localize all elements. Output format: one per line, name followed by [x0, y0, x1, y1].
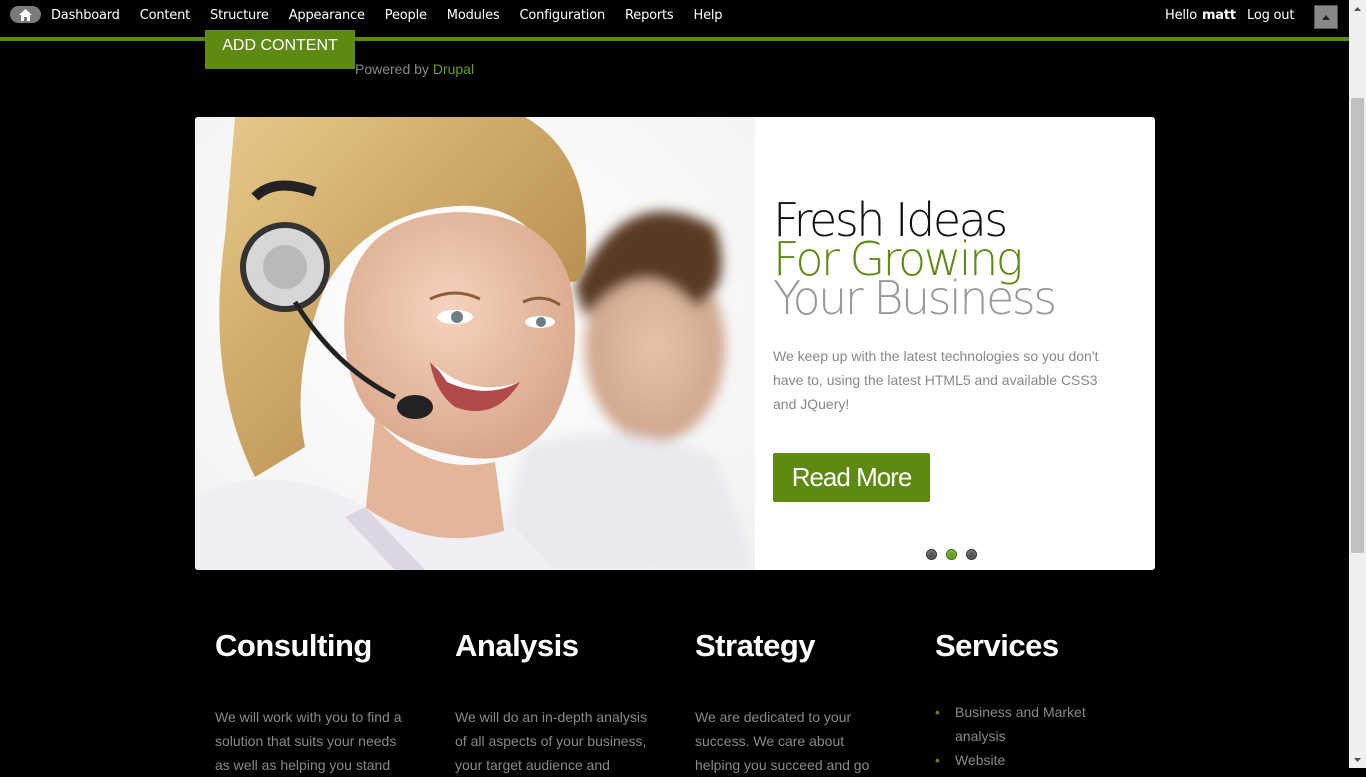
menu-modules[interactable]: Modules — [447, 8, 500, 23]
menu-people[interactable]: People — [385, 8, 427, 23]
feature-text: We will work with you to find a solution… — [215, 709, 402, 773]
services-block: Services • Business and Market analysis •… — [935, 628, 1135, 768]
scroll-down-button[interactable] — [1349, 751, 1366, 768]
home-icon — [19, 8, 32, 21]
menu-help[interactable]: Help — [694, 8, 723, 23]
bullet-icon: • — [935, 704, 940, 720]
toolbar-menu: Dashboard Content Structure Appearance P… — [41, 0, 732, 30]
home-button[interactable] — [10, 6, 41, 23]
read-more-button[interactable]: Read More — [773, 453, 930, 502]
slider-dot[interactable] — [926, 549, 937, 560]
powered-by: Powered by Drupal — [355, 61, 474, 77]
toggle-shortcuts-button[interactable] — [1314, 5, 1338, 29]
hero-photo — [195, 117, 755, 570]
slider-dot[interactable] — [966, 549, 977, 560]
feature-analysis: Analysis We will do an in-depth analysis… — [455, 628, 655, 773]
drupal-link[interactable]: Drupal — [433, 61, 474, 77]
menu-content[interactable]: Content — [140, 8, 191, 23]
menu-configuration[interactable]: Configuration — [519, 8, 605, 23]
username-link[interactable]: matt — [1202, 8, 1236, 23]
user-greeting: Hello matt — [1165, 0, 1236, 30]
triangle-up-icon — [1322, 14, 1330, 20]
feature-title: Strategy — [695, 628, 816, 663]
hello-label: Hello — [1165, 7, 1197, 23]
add-content-button[interactable]: ADD CONTENT — [205, 30, 355, 69]
arrow-down-icon — [1354, 757, 1361, 762]
slide-heading-line-3: Your Business — [773, 271, 1057, 325]
feature-title: Analysis — [455, 628, 579, 663]
powered-by-label: Powered by — [355, 61, 429, 77]
menu-appearance[interactable]: Appearance — [289, 8, 365, 23]
hero-slider: Fresh Ideas For Growing Your Business We… — [195, 117, 1155, 570]
feature-title: Consulting — [215, 628, 372, 663]
menu-reports[interactable]: Reports — [625, 8, 674, 23]
feature-consulting: Consulting We will work with you to find… — [215, 628, 415, 773]
bullet-icon: • — [935, 752, 940, 768]
admin-toolbar: Dashboard Content Structure Appearance P… — [0, 0, 1349, 41]
services-title: Services — [935, 628, 1059, 663]
service-label: Business and Market analysis — [955, 704, 1086, 744]
feature-strategy: Strategy We are dedicated to your succes… — [695, 628, 895, 773]
scrollbar-thumb[interactable] — [1351, 98, 1364, 553]
menu-dashboard[interactable]: Dashboard — [51, 8, 120, 23]
list-item: • Website — [935, 748, 1125, 772]
service-label: Website — [955, 752, 1006, 768]
feature-text: We will do an in-depth analysis of all a… — [455, 709, 647, 773]
slider-dot[interactable] — [946, 549, 957, 560]
page-scrollbar[interactable] — [1349, 0, 1366, 768]
arrow-up-icon — [1354, 6, 1361, 11]
services-list: • Business and Market analysis • Website — [935, 700, 1125, 772]
logout-link[interactable]: Log out — [1247, 0, 1294, 30]
list-item: • Business and Market analysis — [935, 700, 1125, 748]
slider-pager — [926, 549, 986, 560]
slide-description: We keep up with the latest technologies … — [773, 348, 1099, 412]
menu-structure[interactable]: Structure — [210, 8, 269, 23]
scroll-up-button[interactable] — [1349, 0, 1366, 17]
feature-text: We are dedicated to your success. We car… — [695, 709, 870, 773]
